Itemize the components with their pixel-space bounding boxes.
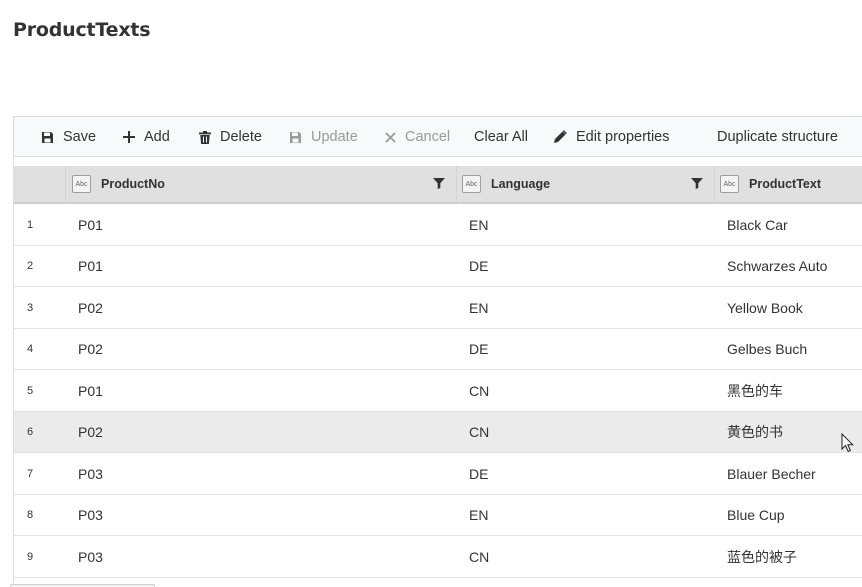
duplicate-structure-label: Duplicate structure [717, 129, 838, 145]
cell-productno[interactable]: P03 [78, 536, 103, 577]
text-type-icon: Abc [462, 175, 481, 193]
delete-label: Delete [220, 129, 262, 145]
column-label: Language [491, 177, 551, 191]
duplicate-structure-button[interactable]: Duplicate structure [717, 117, 838, 157]
cell-language[interactable]: EN [469, 495, 488, 536]
cell-producttext[interactable]: 黄色的书 [727, 412, 783, 453]
data-grid: Save Add Delete Update Cancel Clear All … [13, 116, 862, 587]
column-header-productno[interactable]: Abc ProductNo [72, 166, 165, 202]
row-number: 9 [27, 550, 34, 563]
page-title: ProductTexts [13, 19, 151, 41]
text-type-icon: Abc [720, 175, 739, 193]
column-header-language[interactable]: Abc Language [462, 166, 550, 202]
column-separator[interactable] [65, 166, 66, 202]
column-separator[interactable] [714, 166, 715, 202]
cell-productno[interactable]: P03 [78, 453, 103, 494]
edit-properties-button[interactable]: Edit properties [553, 117, 670, 157]
cell-productno[interactable]: P01 [78, 246, 103, 287]
cell-language[interactable]: CN [469, 536, 489, 577]
delete-button[interactable]: Delete [199, 117, 262, 157]
column-header-producttext[interactable]: Abc ProductText [720, 166, 821, 202]
grid-header: Abc ProductNo Abc Language Abc ProductTe… [14, 166, 862, 204]
cell-producttext[interactable]: Blauer Becher [727, 453, 816, 494]
close-icon [385, 131, 396, 143]
text-type-icon: Abc [72, 175, 91, 193]
add-label: Add [144, 129, 170, 145]
add-button[interactable]: Add [123, 117, 170, 157]
clear-all-button[interactable]: Clear All [474, 117, 528, 157]
cell-language[interactable]: DE [469, 329, 488, 370]
mouse-pointer-icon [841, 433, 854, 453]
filter-icon[interactable] [433, 177, 445, 189]
cell-producttext[interactable]: Schwarzes Auto [727, 246, 827, 287]
cell-productno[interactable]: P01 [78, 370, 103, 411]
column-label: ProductText [749, 177, 821, 191]
table-row[interactable]: 9 P03 CN 蓝色的被子 [14, 536, 862, 578]
grid-toolbar: Save Add Delete Update Cancel Clear All … [14, 117, 862, 157]
save-label: Save [63, 129, 97, 145]
table-row[interactable]: 3 P02 EN Yellow Book [14, 287, 862, 329]
row-number: 1 [27, 218, 34, 231]
row-number: 2 [27, 260, 34, 272]
cell-producttext[interactable]: 蓝色的被子 [727, 536, 797, 577]
clear-all-label: Clear All [474, 129, 528, 145]
row-number: 6 [27, 426, 34, 438]
cell-productno[interactable]: P02 [78, 287, 103, 328]
row-number: 7 [27, 467, 34, 480]
table-row-selected[interactable]: 6 P02 CN 黄色的书 [14, 411, 862, 453]
cell-productno[interactable]: P03 [78, 495, 103, 536]
row-number: 8 [27, 509, 34, 521]
row-number: 3 [27, 301, 34, 314]
cell-language[interactable]: CN [469, 412, 489, 453]
update-button[interactable]: Update [289, 117, 358, 157]
cell-language[interactable]: EN [469, 204, 488, 245]
filter-icon[interactable] [691, 177, 703, 189]
cell-productno[interactable]: P01 [78, 204, 103, 245]
save-icon [42, 131, 53, 143]
column-label: ProductNo [101, 177, 165, 191]
cell-productno[interactable]: P02 [78, 412, 103, 453]
table-row[interactable]: 4 P02 DE Gelbes Buch [14, 329, 862, 370]
cancel-button[interactable]: Cancel [385, 117, 450, 157]
cell-producttext[interactable]: Gelbes Buch [727, 329, 807, 370]
cell-productno[interactable]: P02 [78, 329, 103, 370]
edit-properties-label: Edit properties [576, 129, 670, 145]
cell-language[interactable]: DE [469, 453, 488, 494]
cell-language[interactable]: CN [469, 370, 489, 411]
pencil-icon [554, 130, 567, 143]
cell-language[interactable]: EN [469, 287, 488, 328]
row-number: 5 [27, 384, 34, 397]
save-icon [290, 131, 301, 143]
column-separator[interactable] [456, 166, 457, 202]
trash-icon [199, 130, 211, 144]
cancel-label: Cancel [405, 129, 451, 145]
update-label: Update [311, 129, 358, 145]
cell-producttext[interactable]: Yellow Book [727, 287, 803, 328]
cell-producttext[interactable]: 黑色的车 [727, 370, 783, 411]
plus-icon [123, 131, 135, 143]
table-row[interactable]: 2 P01 DE Schwarzes Auto [14, 246, 862, 287]
table-row[interactable]: 5 P01 CN 黑色的车 [14, 370, 862, 412]
cell-producttext[interactable]: Blue Cup [727, 495, 785, 536]
cell-language[interactable]: DE [469, 246, 488, 287]
table-row[interactable]: 7 P03 DE Blauer Becher [14, 453, 862, 495]
table-row[interactable]: 1 P01 EN Black Car [14, 204, 862, 246]
cell-producttext[interactable]: Black Car [727, 204, 788, 245]
row-number: 4 [27, 343, 34, 355]
save-button[interactable]: Save [41, 117, 96, 157]
table-row[interactable]: 8 P03 EN Blue Cup [14, 495, 862, 536]
